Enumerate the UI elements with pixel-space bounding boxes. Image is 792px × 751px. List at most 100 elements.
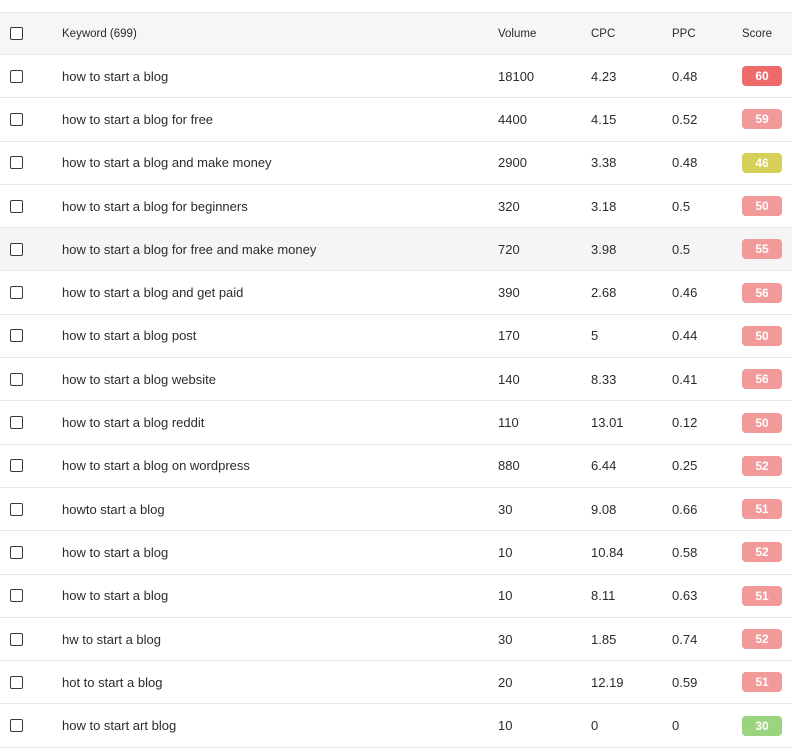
- row-checkbox[interactable]: [10, 632, 23, 646]
- table-row[interactable]: how to start a blog 10 10.84 0.58 52: [0, 531, 792, 575]
- row-select-cell: [10, 358, 23, 400]
- score-cell: 60: [742, 55, 782, 97]
- volume-cell: 390: [498, 285, 520, 301]
- keyword-cell: hw to start a blog: [62, 631, 161, 647]
- row-checkbox[interactable]: [10, 416, 23, 430]
- table-row[interactable]: how to start a blog for free 4400 4.15 0.52…: [0, 98, 792, 142]
- volume-cell: 10: [498, 544, 513, 560]
- row-checkbox[interactable]: [10, 719, 23, 733]
- ppc-cell: 0.46: [672, 285, 698, 301]
- score-cell: 46: [742, 142, 782, 184]
- keyword-cell: how to start a blog for beginners: [62, 198, 248, 214]
- score-badge: 50: [742, 412, 782, 433]
- table-row[interactable]: hw to start a blog 30 1.85 0.74 52: [0, 618, 792, 662]
- volume-cell: 20: [498, 674, 513, 690]
- column-header-score[interactable]: Score: [742, 13, 772, 54]
- table-row[interactable]: how to start a blog post 170 5 0.44 50: [0, 315, 792, 359]
- table-row[interactable]: how to start a blog 18100 4.23 0.48 60: [0, 55, 792, 99]
- table-row[interactable]: how to start a blog 10 8.11 0.63 51: [0, 575, 792, 618]
- table-row[interactable]: howto start a blog 30 9.08 0.66 51: [0, 488, 792, 532]
- keyword-cell: how to start a blog for free and make mo…: [62, 241, 317, 257]
- score-cell: 56: [742, 358, 782, 400]
- row-checkbox[interactable]: [10, 112, 23, 126]
- cpc-cell: 4.15: [591, 111, 617, 127]
- score-badge: 50: [742, 196, 782, 217]
- cpc-cell: 8.33: [591, 371, 617, 387]
- row-checkbox[interactable]: [10, 242, 23, 256]
- score-badge: 56: [742, 369, 782, 390]
- keyword-cell: how to start a blog post: [62, 328, 197, 344]
- row-select-cell: [10, 618, 23, 660]
- row-select-cell: [10, 661, 23, 703]
- keyword-cell: how to start a blog and make money: [62, 155, 272, 171]
- score-cell: 50: [742, 401, 782, 443]
- column-header-ppc[interactable]: PPC: [672, 13, 696, 54]
- table-row[interactable]: how to start a blog for free and make mo…: [0, 228, 792, 272]
- volume-cell: 320: [498, 198, 520, 214]
- row-checkbox[interactable]: [10, 589, 23, 603]
- ppc-cell: 0.12: [672, 415, 698, 431]
- table-row[interactable]: how to start a blog website 140 8.33 0.41 56: [0, 358, 792, 402]
- column-header-volume[interactable]: Volume: [498, 13, 536, 54]
- table-row[interactable]: how to start art blog 10 0 0 30: [0, 704, 792, 748]
- table-header: Keyword (699) Volume CPC PPC Score: [0, 12, 792, 55]
- row-checkbox[interactable]: [10, 502, 23, 516]
- score-badge: 59: [742, 109, 782, 130]
- cpc-cell: 12.19: [591, 674, 624, 690]
- score-cell: 51: [742, 575, 782, 617]
- row-checkbox[interactable]: [10, 459, 23, 473]
- row-checkbox[interactable]: [10, 286, 23, 300]
- row-checkbox[interactable]: [10, 199, 23, 213]
- cpc-cell: 8.11: [591, 588, 616, 604]
- cpc-cell: 2.68: [591, 285, 617, 301]
- column-header-keyword[interactable]: Keyword (699): [62, 13, 137, 54]
- cpc-cell: 3.38: [591, 155, 617, 171]
- table-row[interactable]: how to start a blog and make money 2900 3.…: [0, 142, 792, 185]
- ppc-cell: 0.63: [672, 588, 698, 604]
- ppc-cell: 0.48: [672, 155, 698, 171]
- row-checkbox[interactable]: [10, 69, 23, 83]
- ppc-cell: 0.41: [672, 371, 698, 387]
- score-cell: 59: [742, 98, 782, 140]
- keyword-table: Keyword (699) Volume CPC PPC Score how t…: [0, 12, 792, 748]
- cpc-cell: 1.85: [591, 631, 617, 647]
- keyword-cell: how to start a blog: [62, 68, 169, 84]
- keyword-cell: how to start a blog: [62, 588, 169, 604]
- row-checkbox[interactable]: [10, 545, 23, 559]
- score-badge: 55: [742, 239, 782, 260]
- score-cell: 51: [742, 661, 782, 703]
- ppc-cell: 0: [672, 718, 680, 734]
- ppc-cell: 0.5: [672, 198, 691, 214]
- score-badge: 51: [742, 499, 782, 520]
- row-select-cell: [10, 228, 23, 270]
- volume-cell: 140: [498, 371, 520, 387]
- score-badge: 52: [742, 542, 782, 563]
- table-row[interactable]: hot to start a blog 20 12.19 0.59 51: [0, 661, 792, 705]
- ppc-cell: 0.5: [672, 241, 691, 257]
- cpc-cell: 3.18: [591, 198, 617, 214]
- keyword-cell: how to start a blog and get paid: [62, 285, 244, 301]
- select-all-checkbox[interactable]: [10, 27, 23, 40]
- cpc-cell: 3.98: [591, 241, 617, 257]
- row-checkbox[interactable]: [10, 156, 23, 170]
- table-row[interactable]: how to start a blog reddit 110 13.01 0.12 50: [0, 401, 792, 445]
- column-header-cpc[interactable]: CPC: [591, 13, 615, 54]
- row-select-cell: [10, 488, 23, 530]
- ppc-cell: 0.25: [672, 458, 698, 474]
- row-select-cell: [10, 142, 23, 184]
- cpc-cell: 10.84: [591, 544, 624, 560]
- row-checkbox[interactable]: [10, 372, 23, 386]
- score-badge: 60: [742, 66, 782, 87]
- score-cell: 52: [742, 618, 782, 660]
- volume-cell: 110: [498, 415, 519, 431]
- row-checkbox[interactable]: [10, 675, 23, 689]
- table-row[interactable]: how to start a blog and get paid 390 2.68 0…: [0, 271, 792, 315]
- table-row[interactable]: how to start a blog for beginners 320 3.18…: [0, 185, 792, 229]
- score-cell: 50: [742, 185, 782, 227]
- table-row[interactable]: how to start a blog on wordpress 880 6.44 0…: [0, 445, 792, 488]
- row-checkbox[interactable]: [10, 329, 23, 343]
- volume-cell: 10: [498, 588, 513, 604]
- ppc-cell: 0.58: [672, 544, 698, 560]
- keyword-cell: how to start a blog: [62, 544, 169, 560]
- row-select-cell: [10, 271, 23, 313]
